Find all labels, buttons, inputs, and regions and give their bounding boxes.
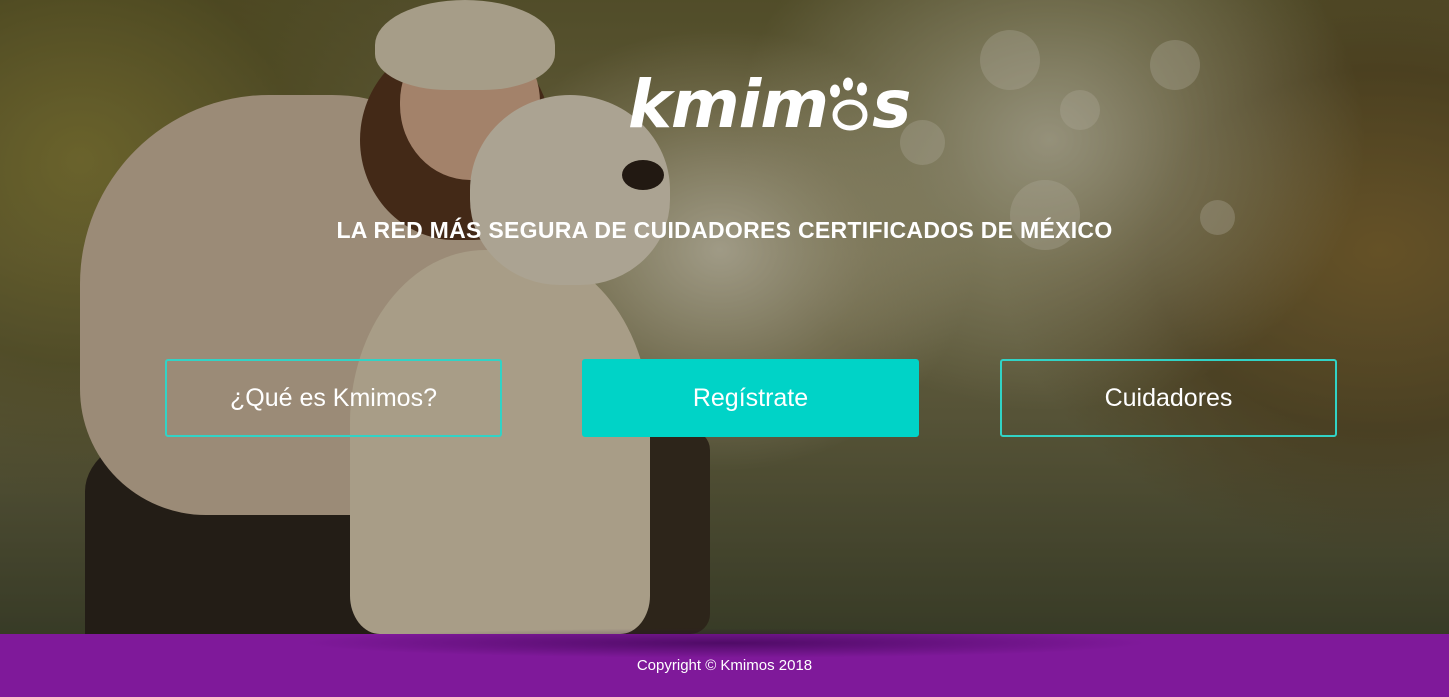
logo-wordmark: kmim [628,66,829,143]
logo-wordmark-suffix: s [872,66,911,143]
register-button[interactable]: Regístrate [582,359,919,437]
kmimos-logo[interactable]: kmim s [628,62,911,148]
hero-tagline: LA RED MÁS SEGURA DE CUIDADORES CERTIFIC… [336,217,1113,243]
caregivers-button[interactable]: Cuidadores [1000,359,1337,437]
paw-icon [828,77,872,133]
footer-shadow [300,628,1150,658]
copyright-text: Copyright © Kmimos 2018 [636,657,813,674]
about-kmimos-button[interactable]: ¿Qué es Kmimos? [165,359,502,437]
landing-page: kmim s LA RED MÁS SEGURA DE CUIDADORES C… [0,0,1449,697]
